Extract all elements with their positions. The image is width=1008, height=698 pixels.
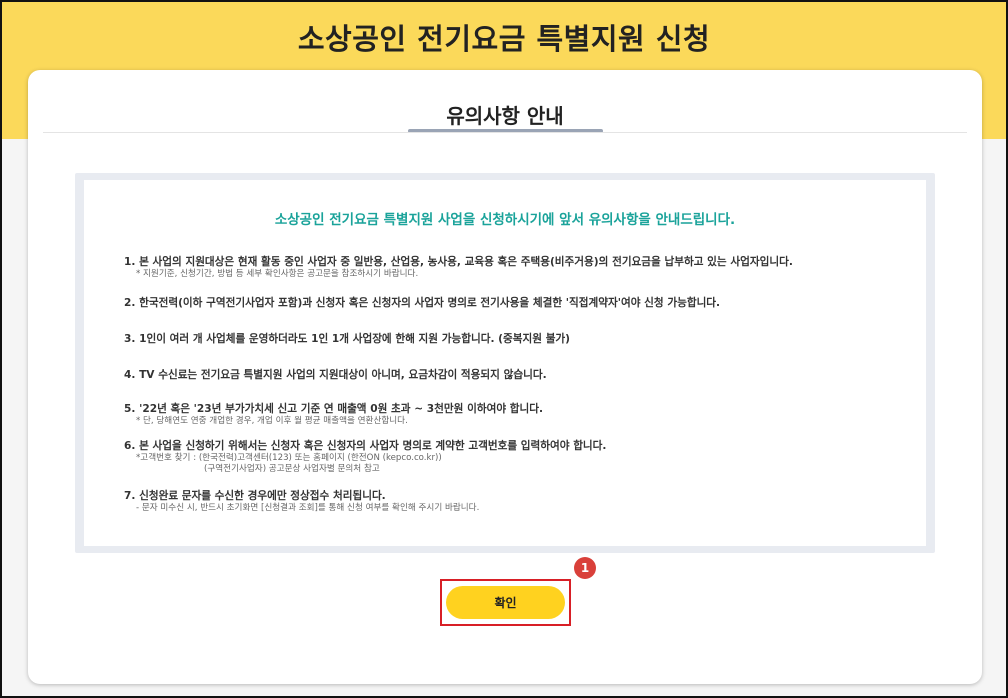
section-title: 유의사항 안내: [446, 104, 564, 128]
notice-list: 1. 본 사업의 지원대상은 현재 활동 중인 사업자 중 일반용, 산업용, …: [124, 255, 914, 514]
notice-item-text: 6. 본 사업을 신청하기 위해서는 신청자 혹은 신청자의 사업자 명의로 계…: [124, 440, 607, 452]
window-frame: 소상공인 전기요금 특별지원 신청 유의사항 안내 소상공인 전기요금 특별지원…: [0, 0, 1008, 698]
notice-item-text: 7. 신청완료 문자를 수신한 경우에만 정상접수 처리됩니다.: [124, 490, 386, 502]
notice-item-note: *고객번호 찾기 : (한국전력)고객센터(123) 또는 홈페이지 (한전ON…: [136, 453, 442, 463]
notice-item-text: 5. '22년 혹은 '23년 부가가치세 신고 기준 연 매출액 0원 초과 …: [124, 403, 544, 415]
notice-item-7: 7. 신청완료 문자를 수신한 경우에만 정상접수 처리됩니다. - 문자 미수…: [124, 489, 914, 514]
notice-card: 유의사항 안내 소상공인 전기요금 특별지원 사업을 신청하시기에 앞서 유의사…: [28, 70, 982, 684]
notice-item-note: - 문자 미수신 시, 반드시 초기화면 [신청결과 조회]를 통해 신청 여부…: [136, 503, 480, 513]
notice-box: 소상공인 전기요금 특별지원 사업을 신청하시기에 앞서 유의사항을 안내드립니…: [75, 173, 935, 553]
notice-item-4: 4. TV 수신료는 전기요금 특별지원 사업의 지원대상이 아니며, 요금차감…: [124, 368, 914, 382]
notice-item-text: 2. 한국전력(이하 구역전기사업자 포함)과 신청자 혹은 신청자의 사업자 …: [124, 297, 721, 309]
confirm-button[interactable]: 확인: [446, 586, 565, 619]
app-title: 소상공인 전기요금 특별지원 신청: [297, 22, 711, 56]
step-marker-badge: 1: [574, 557, 596, 579]
notice-item-note: * 단, 당해연도 연중 개업한 경우, 개업 이후 월 평균 매출액을 연환산…: [136, 416, 408, 426]
notice-item-3: 3. 1인이 여러 개 사업체를 운영하더라도 1인 1개 사업장에 한해 지원…: [124, 332, 914, 346]
notice-item-text: 3. 1인이 여러 개 사업체를 운영하더라도 1인 1개 사업장에 한해 지원…: [124, 333, 571, 345]
notice-item-1: 1. 본 사업의 지원대상은 현재 활동 중인 사업자 중 일반용, 산업용, …: [124, 255, 914, 280]
confirm-highlight-box: 확인: [440, 579, 571, 626]
notice-item-2: 2. 한국전력(이하 구역전기사업자 포함)과 신청자 혹은 신청자의 사업자 …: [124, 296, 914, 310]
notice-item-note: (구역전기사업자) 공고문상 사업자별 문의처 참고: [204, 464, 380, 474]
notice-item-note: * 지원기준, 신청기간, 방법 등 세부 확인사항은 공고문을 참조하시기 바…: [136, 269, 419, 279]
notice-item-text: 1. 본 사업의 지원대상은 현재 활동 중인 사업자 중 일반용, 산업용, …: [124, 256, 793, 268]
notice-item-text: 4. TV 수신료는 전기요금 특별지원 사업의 지원대상이 아니며, 요금차감…: [124, 369, 547, 381]
notice-content: 소상공인 전기요금 특별지원 사업을 신청하시기에 앞서 유의사항을 안내드립니…: [84, 180, 926, 546]
notice-heading: 소상공인 전기요금 특별지원 사업을 신청하시기에 앞서 유의사항을 안내드립니…: [274, 212, 736, 228]
notice-item-5: 5. '22년 혹은 '23년 부가가치세 신고 기준 연 매출액 0원 초과 …: [124, 402, 914, 427]
title-divider: [43, 132, 967, 133]
notice-item-6: 6. 본 사업을 신청하기 위해서는 신청자 혹은 신청자의 사업자 명의로 계…: [124, 439, 914, 475]
